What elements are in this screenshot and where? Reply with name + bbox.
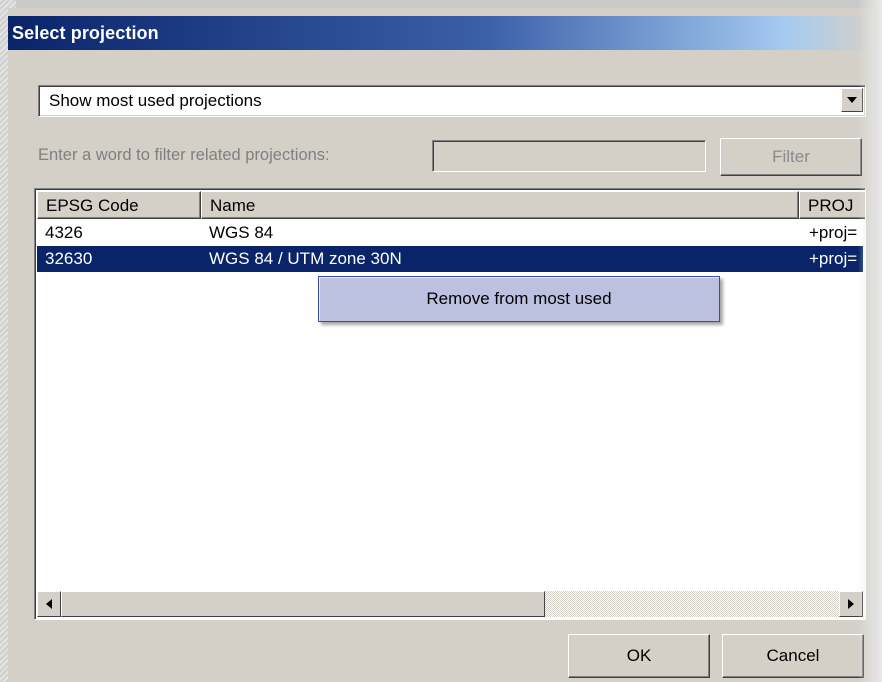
chevron-down-icon (847, 97, 857, 103)
window-title: Select projection (12, 22, 159, 43)
projection-list[interactable]: EPSG Code Name PROJ 4326 WGS 84 +proj= 3… (34, 188, 866, 620)
scroll-left-button[interactable] (37, 591, 61, 617)
cell-proj: +proj= (809, 223, 858, 242)
select-projection-dialog: Select projection Show most used project… (8, 8, 874, 682)
context-item-remove-from-most-used[interactable]: Remove from most used (319, 277, 719, 321)
page: Select projection Show most used project… (0, 0, 882, 682)
cell-epsg-code: 4326 (45, 223, 83, 242)
column-header-proj[interactable]: PROJ (799, 191, 865, 219)
filter-label: Enter a word to filter related projectio… (38, 146, 330, 164)
cell-name: WGS 84 / UTM zone 30N (209, 249, 402, 268)
ok-button[interactable]: OK (568, 634, 710, 678)
projection-filter-value: Show most used projections (49, 91, 262, 110)
table-row[interactable]: 4326 WGS 84 +proj= (37, 220, 863, 246)
column-header-name[interactable]: Name (201, 191, 799, 219)
scrollbar-thumb[interactable] (61, 591, 545, 617)
list-header: EPSG Code Name PROJ (37, 191, 865, 219)
window-edge (858, 0, 882, 682)
filter-word-input[interactable] (432, 140, 706, 172)
cancel-button[interactable]: Cancel (722, 634, 864, 678)
context-menu: Remove from most used (318, 276, 720, 322)
projection-filter-select[interactable]: Show most used projections (38, 85, 866, 117)
title-bar[interactable]: Select projection (8, 16, 874, 50)
table-row-selected[interactable]: 32630 WGS 84 / UTM zone 30N +proj= (37, 246, 863, 272)
cell-proj: +proj= (809, 249, 858, 268)
arrow-left-icon (46, 599, 52, 609)
filter-button[interactable]: Filter (720, 138, 862, 176)
column-header-epsg-code[interactable]: EPSG Code (37, 191, 201, 219)
cell-name: WGS 84 (209, 223, 274, 242)
cell-epsg-code: 32630 (45, 249, 93, 268)
horizontal-scrollbar[interactable] (37, 591, 863, 617)
arrow-right-icon (848, 599, 854, 609)
